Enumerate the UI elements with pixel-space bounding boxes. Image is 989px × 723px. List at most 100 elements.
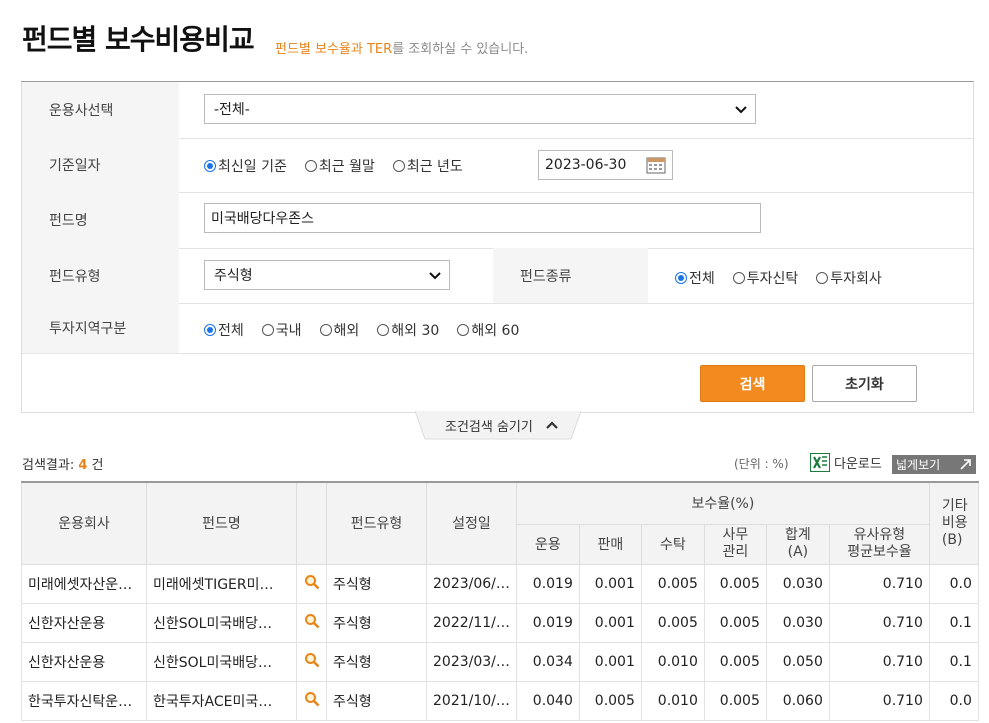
col-detail (296, 481, 327, 565)
magnifier-icon[interactable] (304, 652, 320, 668)
subtitle-highlight: 펀드별 보수율과 TER (275, 42, 393, 57)
cell-trust: 0.005 (640, 602, 705, 643)
cell-peer-avg: 0.710 (828, 563, 930, 604)
col-company: 운용회사 (21, 481, 147, 565)
table-row[interactable]: 신한자산운용 신한SOL미국배당… 주식형 2023/03/… 0.034 0.… (21, 641, 979, 682)
col-setup-date: 설정일 (426, 481, 517, 565)
magnifier-icon[interactable] (304, 574, 320, 590)
cell-admin: 0.005 (703, 602, 767, 643)
cell-company: 미래에셋자산운… (21, 563, 147, 604)
radio-label: 전체 (218, 323, 244, 339)
hide-conditions-toggle[interactable]: 조건검색 숨기기 (415, 411, 581, 441)
fund-name-input[interactable]: 미국배당다우존스 (204, 203, 761, 233)
chevron-down-icon (735, 106, 747, 114)
radio-label: 해외 30 (391, 323, 440, 339)
cell-total: 0.030 (765, 602, 830, 643)
result-unit: 건 (91, 458, 104, 473)
header-row: 운용회사 펀드명 펀드유형 설정일 보수율(%) 기타 비용 (B) (21, 481, 979, 565)
radio-region-overseas-30[interactable]: 해외 30 (377, 320, 439, 340)
cell-fund-type: 주식형 (326, 680, 427, 721)
radio-date-year[interactable]: 최근 년도 (392, 156, 463, 176)
radio-region-all[interactable]: 전체 (204, 320, 244, 340)
radio-label: 투자신탁 (746, 271, 799, 287)
radio-dot[interactable] (319, 324, 332, 336)
col-other-cost: 기타 비용 (B) (928, 481, 979, 565)
cell-setup-date: 2022/11/… (426, 602, 517, 643)
row-fund-name: 펀드명 미국배당다우존스 (22, 192, 973, 249)
row-fund-type: 펀드유형 주식형 펀드종류 전체 투자신탁 투자회사 (22, 248, 973, 304)
fund-kind-label: 펀드종류 (493, 248, 648, 303)
radio-dot[interactable] (457, 324, 470, 336)
cell-trust: 0.005 (640, 563, 705, 604)
radio-kind-company[interactable]: 투자회사 (816, 268, 882, 288)
fund-kind-radio-group: 전체 투자신탁 투자회사 (675, 268, 900, 288)
page-subtitle: 펀드별 보수율과 TER를 조회하실 수 있습니다. (275, 38, 528, 57)
cell-other: 0.1 (928, 641, 979, 682)
radio-dot-checked[interactable] (204, 160, 216, 172)
chevron-down-icon (429, 272, 441, 280)
radio-dot-checked[interactable] (675, 272, 687, 284)
radio-label: 투자회사 (830, 271, 882, 287)
radio-region-overseas[interactable]: 해외 (319, 320, 359, 340)
radio-dot[interactable] (732, 272, 745, 284)
col-admin: 사무 관리 (703, 523, 767, 565)
cell-trust: 0.010 (640, 680, 705, 721)
radio-dot[interactable] (392, 160, 405, 172)
cell-other: 0.1 (928, 602, 979, 643)
radio-kind-all[interactable]: 전체 (675, 268, 715, 288)
cell-detail[interactable] (296, 563, 327, 604)
cell-setup-date: 2021/10/… (426, 680, 517, 721)
radio-label: 해외 60 (471, 323, 520, 339)
table-row[interactable]: 신한자산운용 신한SOL미국배당… 주식형 2022/11/… 0.019 0.… (21, 602, 979, 643)
excel-icon (810, 453, 830, 472)
wide-view-button[interactable]: 넓게보기 (892, 455, 976, 474)
cell-company: 한국투자신탁운… (21, 680, 147, 721)
fund-name-value: 미국배당다우존스 (211, 211, 315, 227)
cell-fund-name[interactable]: 한국투자ACE미국… (146, 680, 297, 721)
cell-trust: 0.010 (640, 641, 705, 682)
expand-arrow-icon (960, 459, 971, 470)
radio-date-month-end[interactable]: 최근 월말 (304, 156, 375, 176)
cell-detail[interactable] (296, 641, 327, 682)
company-select-value: -전체- (214, 102, 250, 118)
cell-fund-name[interactable]: 미래에셋TIGER미… (146, 563, 297, 604)
download-button[interactable]: 다운로드 (810, 453, 882, 472)
subtitle-rest: 를 조회하실 수 있습니다. (392, 42, 529, 57)
cell-sales: 0.001 (578, 641, 642, 682)
table-row[interactable]: 미래에셋자산운… 미래에셋TIGER미… 주식형 2023/06/… 0.019… (21, 563, 979, 604)
fund-type-label: 펀드유형 (22, 248, 179, 303)
radio-region-overseas-60[interactable]: 해외 60 (457, 320, 519, 340)
radio-date-latest[interactable]: 최신일 기준 (204, 156, 287, 176)
radio-dot[interactable] (304, 160, 317, 172)
result-count: 검색결과: 4 건 (22, 454, 104, 473)
cell-fund-name[interactable]: 신한SOL미국배당… (146, 602, 297, 643)
magnifier-icon[interactable] (304, 613, 320, 629)
radio-dot[interactable] (261, 324, 274, 336)
cell-other: 0.0 (928, 563, 979, 604)
radio-kind-trust[interactable]: 투자신탁 (732, 268, 799, 288)
radio-dot[interactable] (377, 324, 390, 336)
calendar-icon[interactable] (646, 156, 666, 174)
cell-sales: 0.005 (578, 680, 642, 721)
radio-region-domestic[interactable]: 국내 (261, 320, 302, 340)
col-mgmt: 운용 (515, 523, 580, 565)
date-field[interactable]: 2023-06-30 (538, 150, 673, 180)
cell-detail[interactable] (296, 602, 327, 643)
cell-sales: 0.001 (578, 602, 642, 643)
search-button[interactable]: 검색 (700, 365, 805, 402)
reset-button[interactable]: 초기화 (812, 365, 917, 402)
radio-label: 국내 (275, 323, 302, 339)
table-row[interactable]: 한국투자신탁운… 한국투자ACE미국… 주식형 2021/10/… 0.040 … (21, 680, 979, 721)
cell-other: 0.0 (928, 680, 979, 721)
cell-fund-name[interactable]: 신한SOL미국배당… (146, 641, 297, 682)
radio-dot-checked[interactable] (204, 324, 216, 336)
fund-type-select[interactable]: 주식형 (204, 260, 450, 290)
result-count-number: 4 (78, 458, 88, 473)
company-select[interactable]: -전체- (204, 94, 756, 124)
radio-dot[interactable] (816, 272, 829, 284)
cell-detail[interactable] (296, 680, 327, 721)
date-label: 기준일자 (22, 138, 179, 192)
cell-company: 신한자산운용 (21, 641, 147, 682)
magnifier-icon[interactable] (304, 691, 320, 707)
cell-mgmt: 0.019 (515, 602, 580, 643)
